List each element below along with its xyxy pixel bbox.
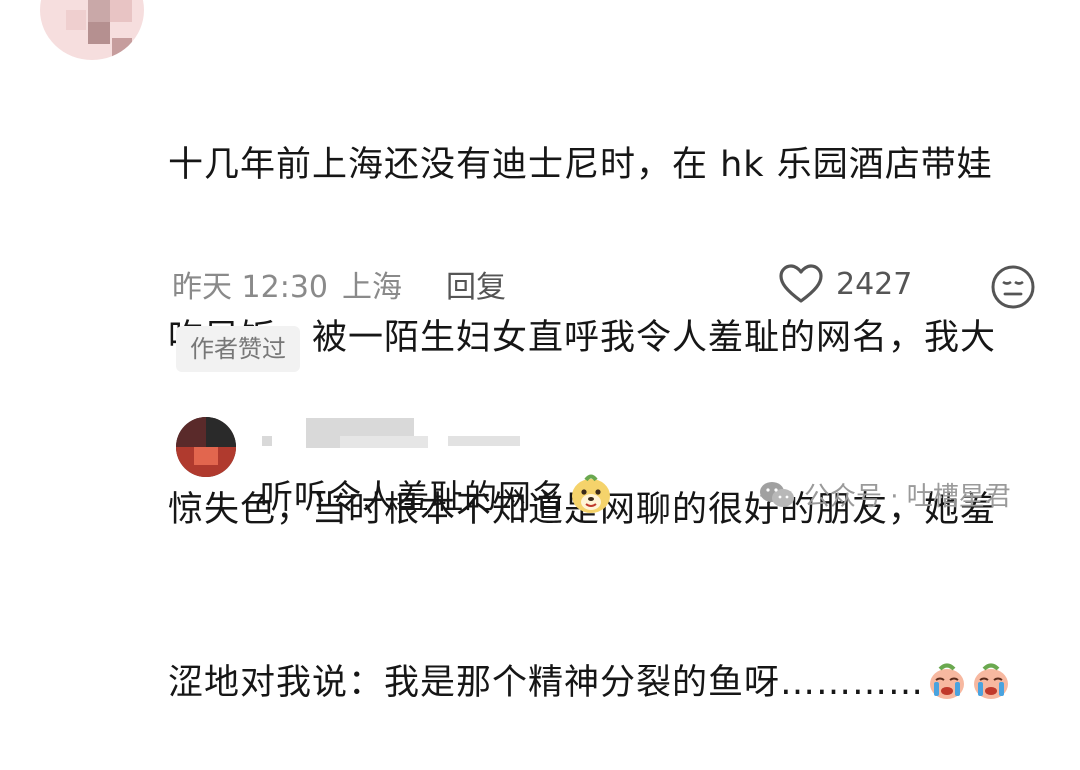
comment-time: 昨天 12:30 [172,270,328,305]
heart-icon [779,264,823,303]
watermark: 公众号 · 吐槽星君 [758,476,1011,513]
dislike-face-icon[interactable] [990,264,1036,310]
like-button[interactable]: 2427 [778,262,912,306]
comment-line-1: 十几年前上海还没有迪士尼时，在 hk 乐园酒店带娃 [168,145,993,185]
reply-username-redacted [340,436,428,448]
watermark-text: 公众号 · 吐槽星君 [804,482,1011,512]
like-count: 2427 [836,266,913,302]
crying-face-sticker-icon [974,663,1009,699]
comment-text: 十几年前上海还没有迪士尼时，在 hk 乐园酒店带娃 吃早饭，被一陌生妇女直呼我令… [168,22,1058,770]
author-liked-badge: 作者赞过 [176,326,300,372]
reply-avatar[interactable] [176,417,236,477]
wechat-icon [760,481,794,507]
comment-location: 上海 [342,270,402,305]
smiling-dog-sticker-icon [572,474,610,513]
comment-line-2: 吃早饭，被一陌生妇女直呼我令人羞耻的网名，我大 [168,317,997,358]
comment-line-4: 涩地对我说：我是那个精神分裂的鱼呀………… [168,655,1058,713]
comment-meta: 昨天 12:30 上海 [172,262,416,306]
crying-face-sticker-icon [930,663,965,699]
reply-username-redacted [448,436,520,446]
reply-button[interactable]: 回复 [446,262,506,306]
commenter-avatar[interactable] [40,0,144,60]
reply-text: 听听令人羞耻的网名 [260,470,614,518]
reply-username-redacted [262,436,272,446]
